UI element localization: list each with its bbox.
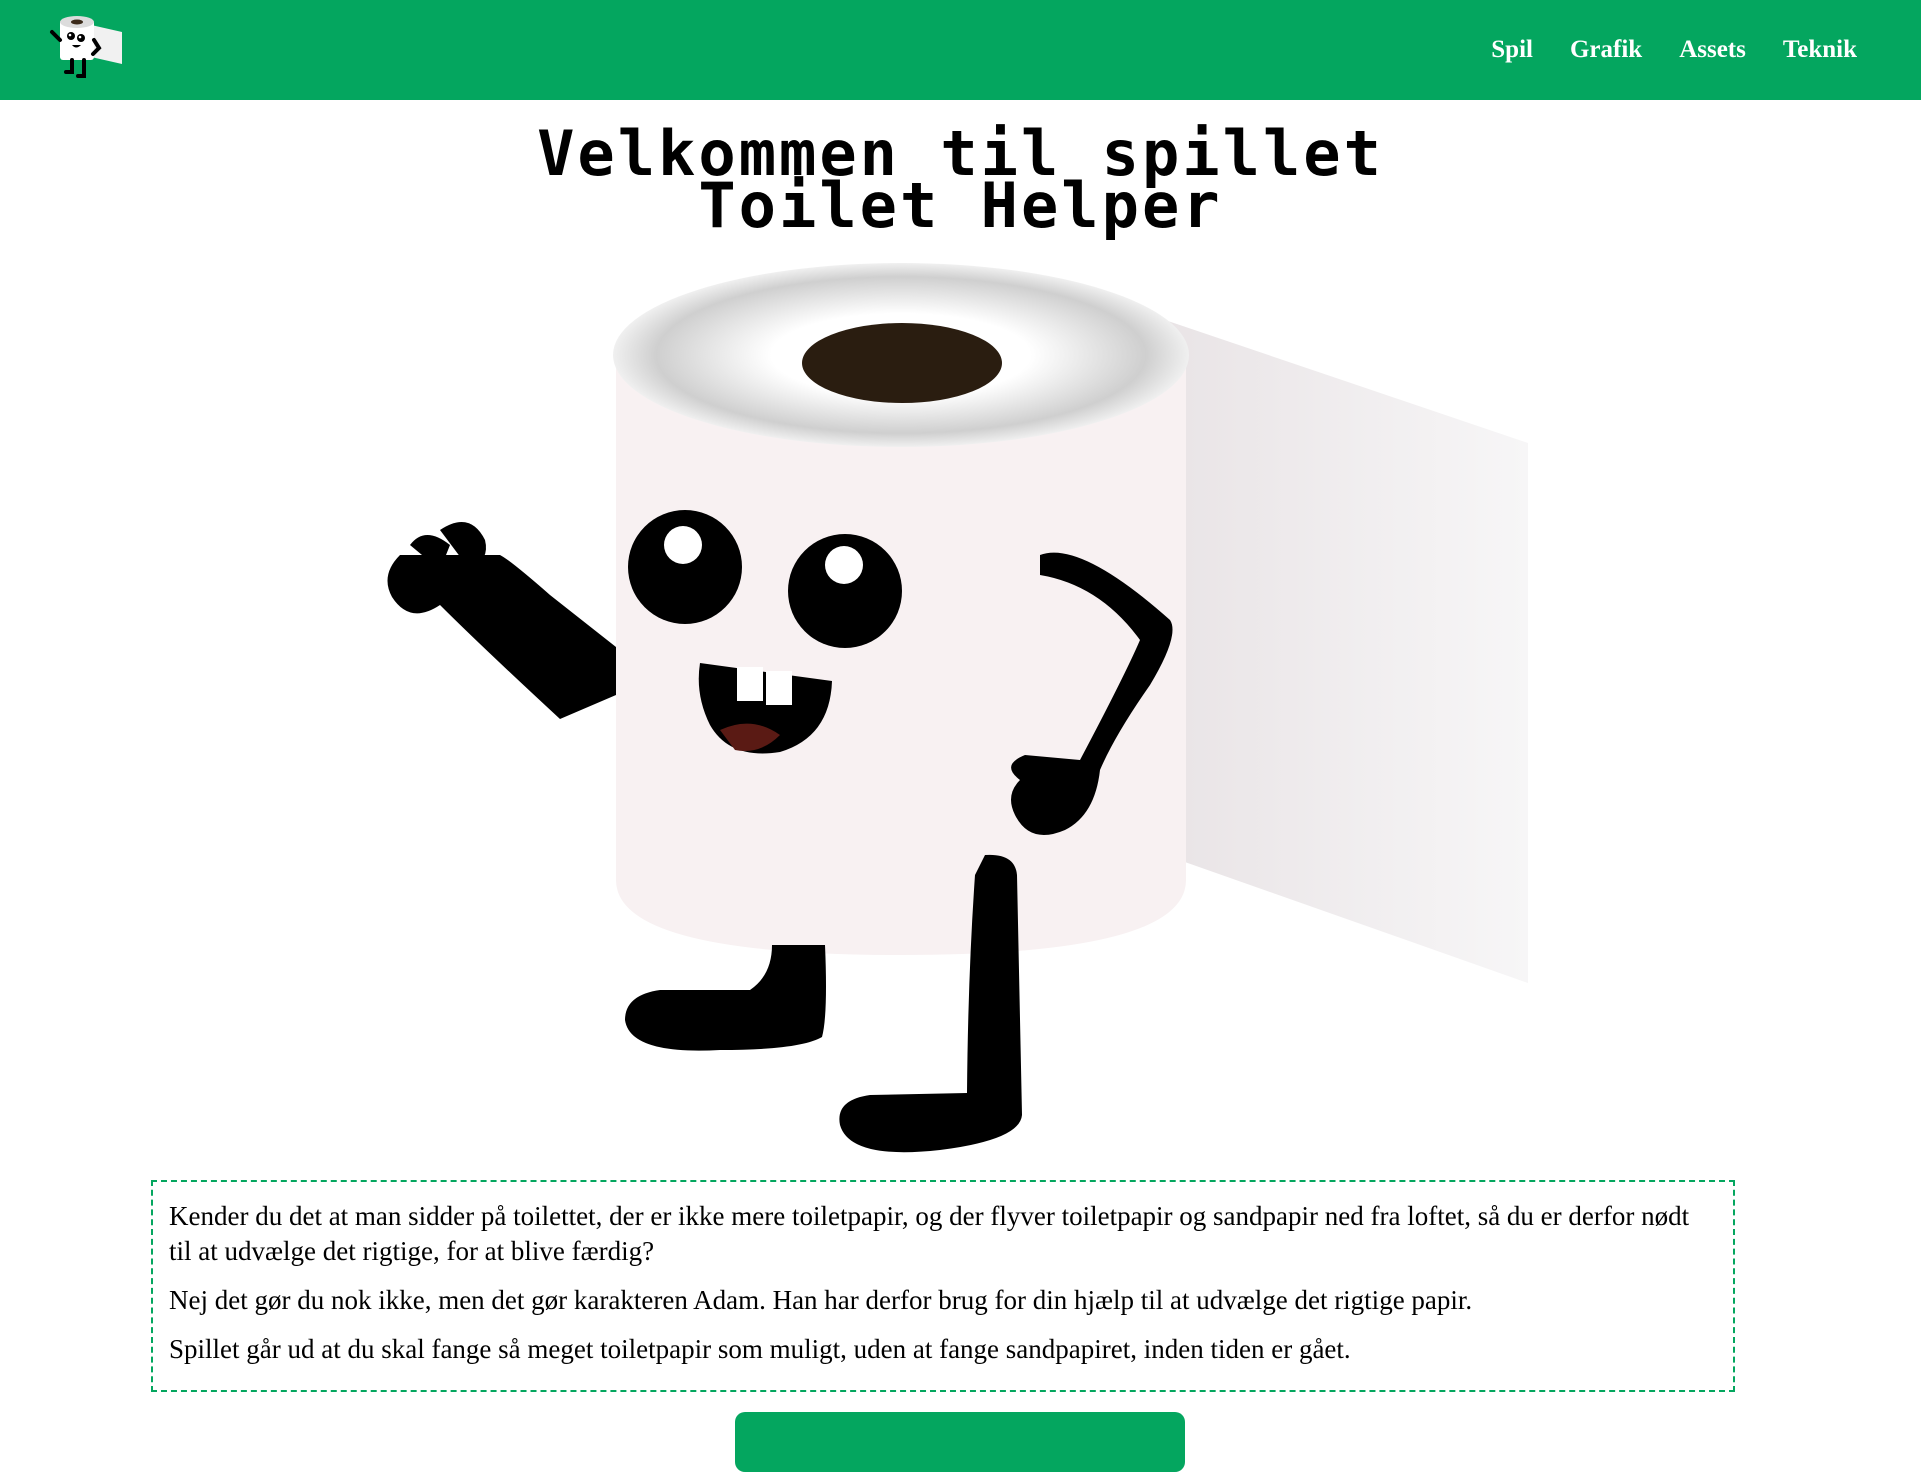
top-navigation-bar: Spil Grafik Assets Teknik [0, 0, 1921, 100]
description-paragraph-1: Kender du det at man sidder på toilettet… [169, 1201, 1690, 1266]
description-paragraph-2: Nej det gør du nok ikke, men det gør kar… [169, 1285, 1473, 1315]
nav-link-assets[interactable]: Assets [1679, 36, 1746, 64]
game-description-box: Kender du det at man sidder på toilettet… [151, 1180, 1735, 1392]
page-title-line2: Toilet Helper [698, 169, 1223, 242]
nav-link-teknik[interactable]: Teknik [1783, 36, 1857, 64]
left-arm [387, 555, 616, 719]
toilet-roll-mascot-icon[interactable] [44, 14, 126, 80]
play-game-button[interactable] [735, 1412, 1185, 1472]
nav-link-grafik[interactable]: Grafik [1570, 36, 1642, 64]
paper-sheet [1165, 320, 1528, 983]
description-paragraph-3: Spillet går ud at du skal fange så meget… [169, 1334, 1351, 1364]
page-title: Velkommen til spillet Toilet Helper [0, 123, 1921, 242]
left-leg [625, 945, 826, 1051]
nav-link-spil[interactable]: Spil [1491, 36, 1533, 64]
main-nav: Spil Grafik Assets Teknik [1491, 0, 1857, 100]
toilet-roll-mascot-illustration [387, 263, 1528, 1153]
roll-hole [802, 323, 1002, 403]
